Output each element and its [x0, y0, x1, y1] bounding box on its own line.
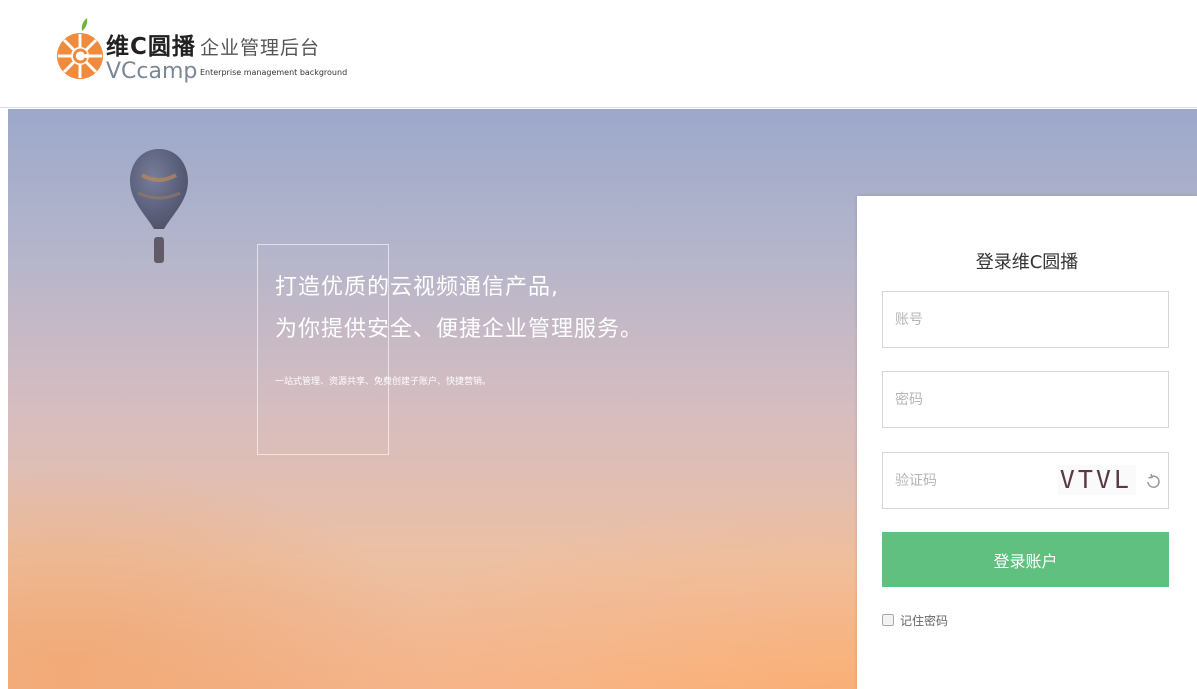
login-button[interactable]: 登录账户 — [882, 532, 1169, 587]
remember-checkbox[interactable] — [882, 614, 894, 626]
password-input[interactable] — [883, 372, 1168, 427]
account-field — [882, 291, 1169, 348]
hot-air-balloon-icon — [130, 149, 188, 263]
remember-password[interactable]: 记住密码 — [882, 612, 948, 628]
orange-slice-logo-icon — [57, 18, 103, 79]
system-subtitle: Enterprise management background — [200, 68, 348, 77]
captcha-input[interactable] — [883, 453, 1053, 508]
password-field — [882, 371, 1169, 428]
login-panel: 登录维C圆播 VTVL 登录账户 记住密码 — [857, 196, 1197, 689]
account-input[interactable] — [883, 292, 1168, 347]
system-title: 企业管理后台 — [200, 37, 321, 59]
slogan-line-2: 为你提供安全、便捷企业管理服务。 — [275, 317, 644, 342]
brand-name-en: VCcamp — [106, 59, 198, 84]
header: 维C圆播 VCcamp 企业管理后台 Enterprise management… — [0, 0, 1197, 108]
refresh-icon[interactable] — [1144, 472, 1162, 490]
login-title: 登录维C圆播 — [975, 252, 1079, 273]
brand-name: 维C圆播 — [106, 34, 196, 60]
slogan-line-1: 打造优质的云视频通信产品, — [275, 275, 559, 300]
slogan-subtitle: 一站式管理、资源共享、免费创建子账户、快捷营销。 — [275, 377, 492, 387]
remember-label: 记住密码 — [900, 613, 949, 628]
captcha-image[interactable]: VTVL — [1058, 465, 1136, 495]
captcha-field: VTVL — [882, 452, 1169, 509]
